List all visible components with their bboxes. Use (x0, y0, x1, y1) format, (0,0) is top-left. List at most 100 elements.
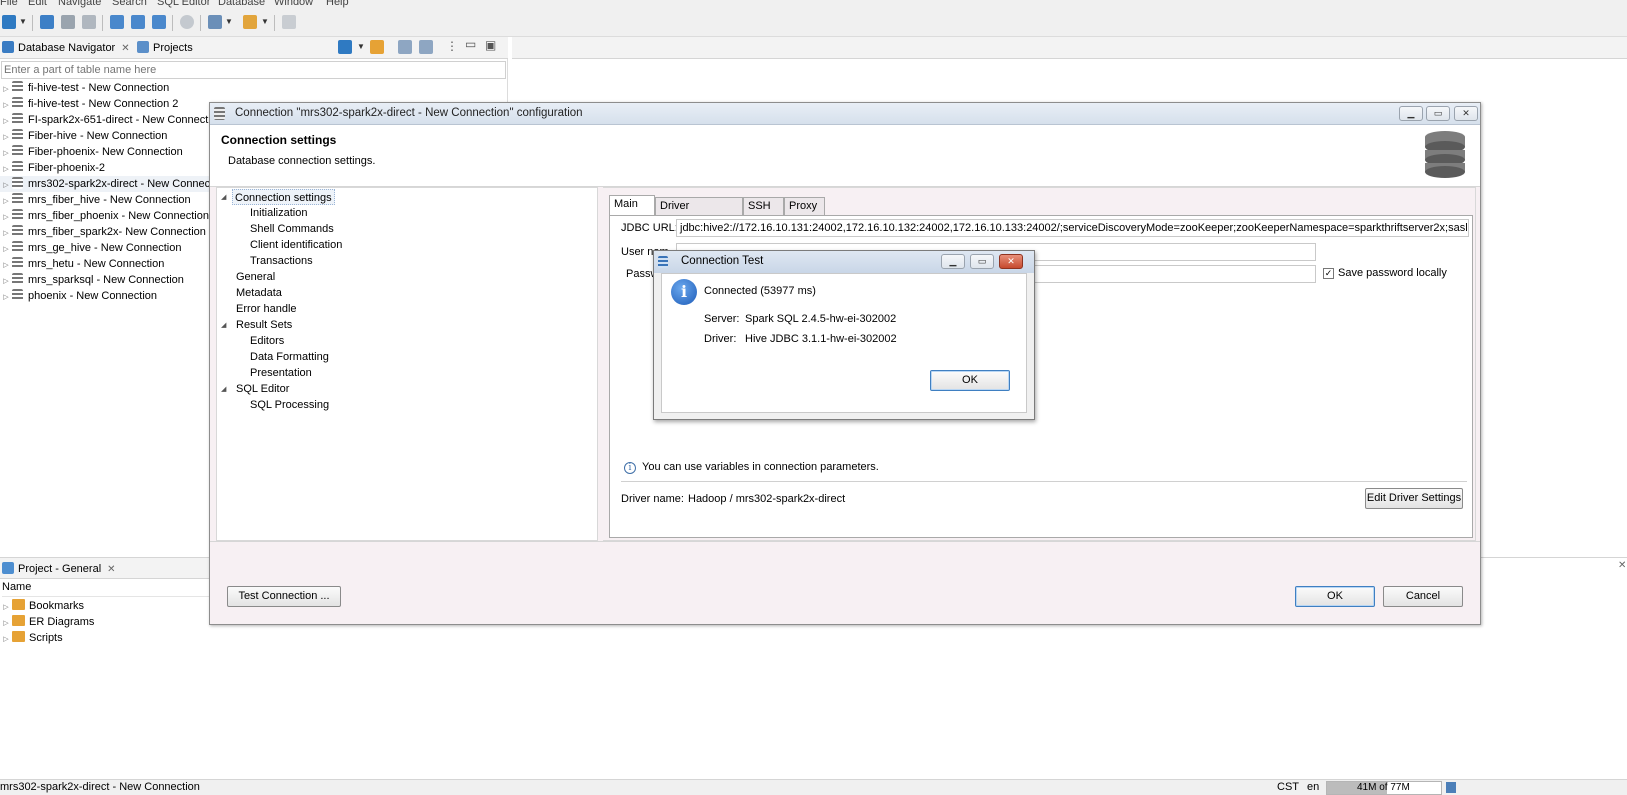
new-connection-icon[interactable] (2, 15, 16, 29)
new-connection-icon[interactable] (338, 40, 352, 54)
minimize-button[interactable]: ▁ (941, 254, 965, 269)
status-selection: mrs302-spark2x-direct - New Connection (0, 781, 200, 793)
tab-driver-properties[interactable]: Driver properties (655, 197, 743, 228)
collapse-all-icon[interactable] (398, 40, 412, 54)
tab-ssh[interactable]: SSH (743, 197, 784, 215)
back-icon[interactable] (282, 15, 296, 29)
tree-presentation[interactable]: Presentation (250, 365, 312, 381)
tab-database-navigator[interactable]: Database Navigator ✕ (2, 40, 130, 58)
menu-database[interactable]: Database (218, 0, 265, 8)
close-button[interactable]: ✕ (999, 254, 1023, 269)
memory-text: 41M of 77M (1357, 782, 1410, 793)
tab-main[interactable]: Main (609, 195, 655, 216)
connection-item[interactable]: ▷ FI-spark2x-651-direct - New Connecti (0, 112, 211, 128)
menu-search[interactable]: Search (112, 0, 147, 8)
test-connection-button[interactable]: Test Connection ... (227, 586, 341, 607)
toolbar-separator (172, 15, 173, 31)
tab-projects[interactable]: Projects (137, 40, 193, 58)
connect-icon[interactable] (40, 15, 54, 29)
project-item-bookmarks[interactable]: ▷ Bookmarks (0, 598, 84, 614)
collapse-icon[interactable]: ◢ (221, 321, 226, 329)
menu-navigate[interactable]: Navigate (58, 0, 101, 8)
expand-icon[interactable]: ▷ (0, 290, 12, 306)
project-item-er-diagrams[interactable]: ▷ ER Diagrams (0, 614, 94, 630)
tab-proxy[interactable]: Proxy (784, 197, 825, 215)
rollback-icon[interactable] (131, 15, 145, 29)
connection-item[interactable]: ▷ mrs_ge_hive - New Connection (0, 240, 181, 256)
tree-general[interactable]: General (236, 269, 275, 285)
collapse-icon[interactable]: ◢ (221, 385, 226, 393)
tree-result-sets[interactable]: Result Sets (236, 317, 292, 333)
project-item-scripts[interactable]: ▷ Scripts (0, 630, 63, 646)
tree-shell-commands[interactable]: Shell Commands (250, 221, 334, 237)
disconnect-icon[interactable] (61, 15, 75, 29)
close-button[interactable]: ✕ (1454, 106, 1478, 121)
connection-item[interactable]: ▷ mrs_fiber_phoenix - New Connection (0, 208, 209, 224)
ok-button[interactable]: OK (930, 370, 1010, 391)
jdbc-url-input[interactable]: jdbc:hive2://172.16.10.131:24002,172.16.… (676, 219, 1469, 237)
transaction-mode-icon[interactable] (152, 15, 166, 29)
commit-icon[interactable] (110, 15, 124, 29)
dialog-title: Connection Test (681, 255, 764, 267)
expand-icon[interactable]: ▷ (0, 632, 12, 648)
connection-item[interactable]: ▷ mrs_fiber_spark2x- New Connection 2 (0, 224, 215, 240)
history-icon[interactable] (180, 15, 194, 29)
minimize-button[interactable]: ▁ (1399, 106, 1423, 121)
minimize-icon[interactable]: ▭ (465, 37, 476, 51)
menu-window[interactable]: Window (274, 0, 313, 8)
tree-connection-settings[interactable]: Connection settings (232, 189, 335, 205)
connection-item[interactable]: ▷ mrs_sparksql - New Connection (0, 272, 184, 288)
close-icon[interactable]: ✕ (107, 564, 115, 575)
maximize-button[interactable]: ▭ (1426, 106, 1450, 121)
sql-editor-icon[interactable] (208, 15, 222, 29)
tree-error-handle[interactable]: Error handle (236, 301, 297, 317)
close-icon[interactable]: ✕ (1618, 560, 1626, 571)
connection-item[interactable]: ▷ Fiber-hive - New Connection (0, 128, 167, 144)
maximize-icon[interactable]: ▣ (485, 38, 496, 52)
navigator-filter-input[interactable] (1, 61, 506, 79)
link-with-editor-icon[interactable] (419, 40, 433, 54)
tools-icon[interactable] (243, 15, 257, 29)
invalidate-icon[interactable] (82, 15, 96, 29)
memory-bar[interactable]: 41M of 77M (1326, 781, 1442, 795)
dialog-titlebar[interactable]: Connection "mrs302-spark2x-direct - New … (210, 103, 1480, 125)
connection-label: FI-spark2x-651-direct - New Connecti (28, 114, 211, 126)
close-icon[interactable]: ✕ (121, 43, 129, 54)
menu-sql-editor[interactable]: SQL Editor (157, 0, 210, 8)
tree-metadata[interactable]: Metadata (236, 285, 282, 301)
edit-driver-settings-button[interactable]: Edit Driver Settings (1365, 488, 1463, 509)
tree-client-identification[interactable]: Client identification (250, 237, 342, 253)
save-password-checkbox[interactable]: ✓ (1323, 268, 1334, 279)
connection-item[interactable]: ▷ phoenix - New Connection (0, 288, 157, 304)
connection-item[interactable]: ▷ Fiber-phoenix- New Connection (0, 144, 183, 160)
tree-data-formatting[interactable]: Data Formatting (250, 349, 329, 365)
connection-item-selected[interactable]: ▷ mrs302-spark2x-direct - New Connec (0, 176, 215, 192)
view-menu-icon[interactable]: ⋮ (446, 39, 458, 53)
tree-sql-editor[interactable]: SQL Editor (236, 381, 289, 397)
new-folder-icon[interactable] (370, 40, 384, 54)
menu-help[interactable]: Help (326, 0, 349, 8)
tab-project-general[interactable]: Project - General ✕ (2, 561, 116, 579)
connection-item[interactable]: ▷ mrs_fiber_hive - New Connection (0, 192, 191, 208)
chevron-down-icon[interactable]: ▼ (19, 17, 27, 26)
ok-button[interactable]: OK (1295, 586, 1375, 607)
maximize-button[interactable]: ▭ (970, 254, 994, 269)
connection-item[interactable]: ▷ Fiber-phoenix-2 (0, 160, 105, 176)
chevron-down-icon[interactable]: ▼ (357, 42, 365, 51)
menu-file[interactable]: File (0, 0, 18, 8)
tree-sql-processing[interactable]: SQL Processing (250, 397, 329, 413)
tree-editors[interactable]: Editors (250, 333, 284, 349)
garbage-collect-icon[interactable] (1446, 782, 1456, 793)
tree-initialization[interactable]: Initialization (250, 205, 307, 221)
collapse-icon[interactable]: ◢ (221, 193, 226, 201)
cancel-button[interactable]: Cancel (1383, 586, 1463, 607)
connection-item[interactable]: ▷ mrs_hetu - New Connection (0, 256, 164, 272)
menu-edit[interactable]: Edit (28, 0, 47, 8)
dialog-titlebar[interactable]: Connection Test ▁ ▭ ✕ (654, 251, 1034, 273)
chevron-down-icon[interactable]: ▼ (225, 17, 233, 26)
connection-item[interactable]: ▷ fi-hive-test - New Connection 2 (0, 96, 178, 112)
chevron-down-icon[interactable]: ▼ (261, 17, 269, 26)
tree-transactions[interactable]: Transactions (250, 253, 313, 269)
project-item-label: ER Diagrams (29, 616, 95, 628)
connection-item[interactable]: ▷ fi-hive-test - New Connection (0, 80, 169, 96)
